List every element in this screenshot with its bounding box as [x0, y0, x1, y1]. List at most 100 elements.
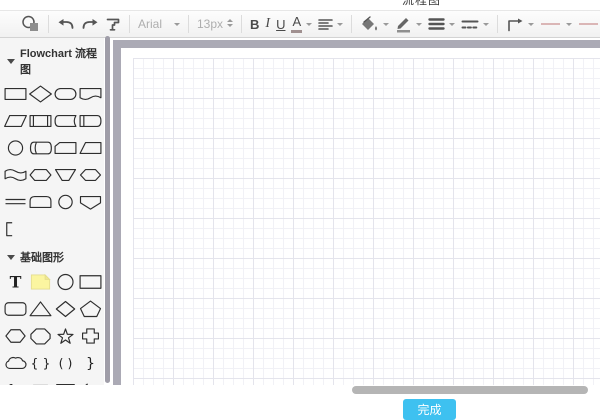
shape-rounded-rectangle-lg[interactable]: [3, 295, 28, 322]
line-dash-button[interactable]: [458, 12, 492, 36]
shape-diamond[interactable]: [28, 80, 53, 107]
undo-icon: [57, 18, 75, 31]
canvas-page[interactable]: [121, 48, 600, 385]
canvas-grid[interactable]: [133, 58, 600, 385]
shape-circle-lg[interactable]: [53, 268, 78, 295]
shape-palette-sidebar: Flowchart 流程图基础图形T{ }( )}{: [0, 38, 104, 390]
combine-shapes-icon: [21, 15, 40, 33]
connector-type-button[interactable]: [503, 12, 537, 36]
toolbar-separator: [129, 15, 130, 33]
caret-down-icon: [449, 23, 455, 29]
shape-punched-card[interactable]: [78, 134, 103, 161]
fill-bucket-icon: [360, 16, 379, 33]
section-header-0[interactable]: Flowchart 流程图: [0, 38, 104, 80]
shape-paper-tape[interactable]: [3, 161, 28, 188]
caret-down-icon: [566, 23, 572, 29]
caret-down-icon: [416, 23, 422, 29]
caret-down-icon: [306, 23, 312, 29]
toolbar-separator: [497, 15, 498, 33]
combine-shapes-button[interactable]: [18, 12, 43, 36]
svg-text:( ): ( ): [59, 355, 73, 370]
section-header-1[interactable]: 基础图形: [0, 242, 104, 268]
shape-card[interactable]: [53, 134, 78, 161]
arrow-start-button[interactable]: [537, 12, 575, 36]
font-size-input-label: 13px: [197, 17, 223, 31]
caret-down-icon: [528, 23, 534, 29]
connector-elbow-icon: [506, 17, 524, 32]
svg-text:{ }: { }: [31, 355, 51, 370]
caret-down-icon: [174, 23, 180, 29]
shape-right-brace[interactable]: }: [78, 349, 103, 376]
arrow-end-button[interactable]: [575, 12, 600, 36]
shape-hexagon[interactable]: [78, 161, 103, 188]
underline-button[interactable]: U: [273, 12, 288, 36]
shape-parallelogram[interactable]: [3, 107, 28, 134]
shape-cloud[interactable]: [3, 349, 28, 376]
format-painter-button[interactable]: [102, 12, 124, 36]
section-title: 基础图形: [20, 249, 64, 265]
shape-grid-1: T{ }( )}{: [0, 268, 104, 390]
shape-triangle[interactable]: [28, 295, 53, 322]
shape-cross[interactable]: [78, 322, 103, 349]
font-size-input[interactable]: 13px: [194, 12, 236, 36]
collapse-triangle-icon: [7, 59, 15, 64]
shape-double-line[interactable]: [3, 188, 28, 215]
horizontal-scrollbar[interactable]: [352, 386, 588, 394]
shape-rectangle[interactable]: [3, 80, 28, 107]
toolbar-separator: [351, 15, 352, 33]
shape-merge[interactable]: [53, 161, 78, 188]
bold-button[interactable]: B: [247, 12, 262, 36]
undo-button[interactable]: [54, 12, 78, 36]
shape-octagon[interactable]: [28, 322, 53, 349]
done-button[interactable]: 完成: [403, 399, 456, 420]
underline-button-label: U: [276, 17, 285, 32]
shape-text[interactable]: T: [3, 268, 28, 295]
collapse-triangle-icon: [7, 255, 15, 260]
shape-pentagon[interactable]: [78, 295, 103, 322]
toolbar-separator: [241, 15, 242, 33]
fill-color-button[interactable]: [357, 12, 392, 36]
shape-off-page-connector[interactable]: [78, 188, 103, 215]
align-left-icon: [318, 18, 333, 31]
shape-hexagon-lg[interactable]: [3, 322, 28, 349]
shape-curly-braces[interactable]: { }: [28, 349, 53, 376]
shape-internal-storage[interactable]: [78, 107, 103, 134]
shape-annotation-bracket[interactable]: [3, 215, 28, 242]
shape-parentheses[interactable]: ( ): [53, 349, 78, 376]
shape-predefined-process[interactable]: [28, 107, 53, 134]
shape-connector-circle[interactable]: [53, 188, 78, 215]
caret-down-icon: [383, 23, 389, 29]
shape-rounded-rectangle[interactable]: [53, 80, 78, 107]
caret-down-icon: [483, 23, 489, 29]
caret-down-icon: [337, 23, 343, 29]
pen-icon: [395, 15, 412, 33]
shape-star[interactable]: [53, 322, 78, 349]
page-title: 流程图: [402, 0, 441, 8]
dash-style-icon: [461, 18, 479, 31]
shape-circle[interactable]: [3, 134, 28, 161]
redo-button[interactable]: [78, 12, 102, 36]
shape-preparation[interactable]: [28, 161, 53, 188]
shape-document[interactable]: [78, 80, 103, 107]
line-weight-button[interactable]: [425, 12, 458, 36]
shape-diamond-lg[interactable]: [53, 295, 78, 322]
line-color-button[interactable]: [392, 12, 425, 36]
shape-stored-data[interactable]: [53, 107, 78, 134]
shape-rectangle-lg[interactable]: [78, 268, 103, 295]
font-color-button-label: A: [291, 15, 302, 33]
shape-half-rounded-rectangle[interactable]: [28, 188, 53, 215]
bottom-bar: 完成: [0, 385, 600, 420]
svg-text:T: T: [10, 272, 22, 291]
font-family-select[interactable]: Arial: [135, 12, 183, 36]
shape-sticky-note[interactable]: [28, 268, 53, 295]
shape-direct-access-storage[interactable]: [28, 134, 53, 161]
font-color-button[interactable]: A: [288, 12, 315, 36]
bold-button-label: B: [250, 17, 259, 32]
sidebar-scrollbar[interactable]: [105, 36, 110, 383]
align-button[interactable]: [315, 12, 346, 36]
toolbar: Arial 13px BIUA: [0, 10, 600, 38]
svg-text:}: }: [86, 356, 95, 372]
line-plain-icon: [578, 18, 600, 30]
italic-button[interactable]: I: [262, 12, 273, 36]
font-family-select-label: Arial: [138, 17, 170, 31]
